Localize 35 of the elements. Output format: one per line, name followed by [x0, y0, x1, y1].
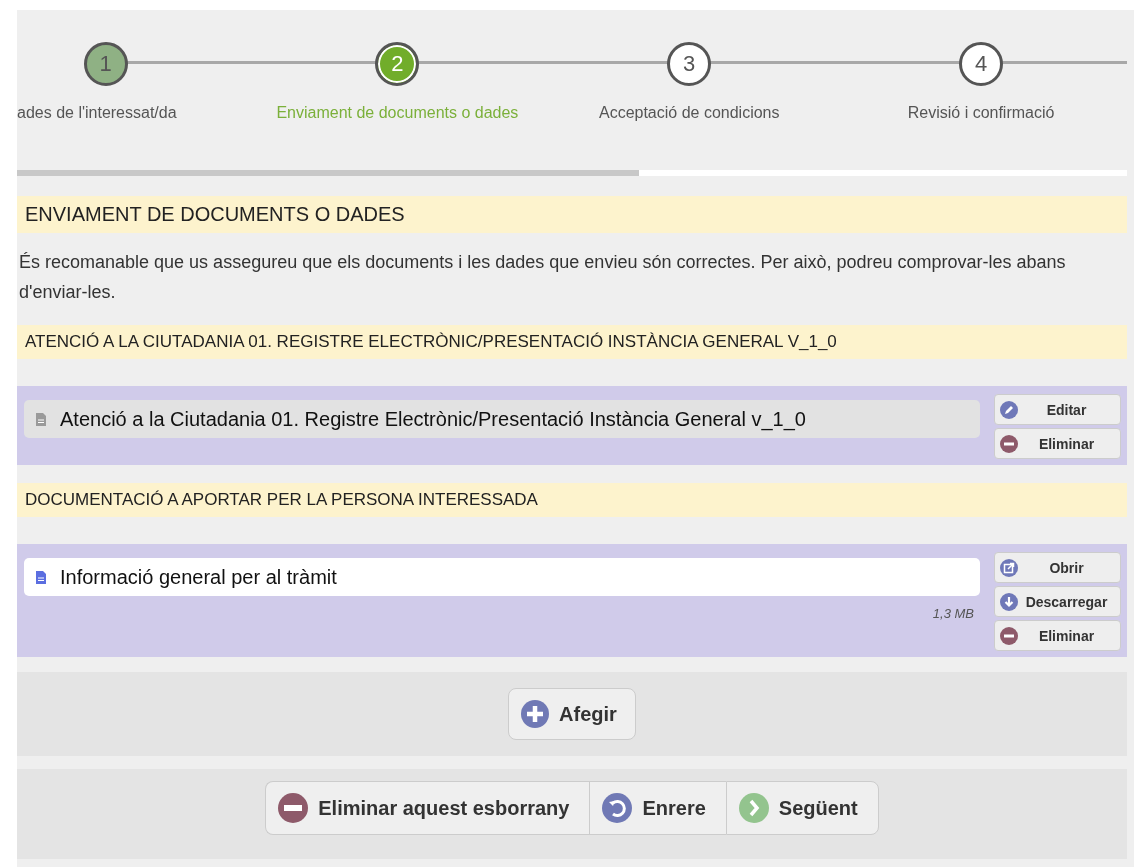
- file-icon: [36, 570, 46, 584]
- intro-text: És recomanable que us assegureu que els documents i les dades que envieu són correctes. Per això, podreu comprovar-les abans d'enviar-les.: [18, 251, 1067, 304]
- footer-button[interactable]: Següent: [725, 781, 879, 835]
- download-icon: [1000, 592, 1018, 611]
- step-label: Revisió i confirmació: [907, 104, 1055, 122]
- section-heading: DOCUMENTACIÓ A APORTAR PER LA PERSONA INTERESSADA: [17, 483, 1127, 517]
- footer-button[interactable]: Eliminar aquest esborrany: [265, 781, 590, 835]
- step-circle: 4: [959, 42, 1004, 86]
- plus-circle-icon: [521, 700, 550, 728]
- section-heading: ATENCIÓ A LA CIUTADANIA 01. REGISTRE ELECTRÒNIC/PRESENTACIÓ INSTÀNCIA GENERAL V_1_0: [17, 325, 1127, 359]
- chevron-right-icon: [738, 793, 769, 823]
- action-button[interactable]: Eliminar: [994, 428, 1121, 459]
- step-label: Enviament de documents o dades: [276, 104, 519, 122]
- action-button[interactable]: Eliminar: [994, 620, 1121, 651]
- add-button[interactable]: Afegir: [508, 688, 636, 740]
- pencil-icon: [1000, 400, 1018, 419]
- action-button[interactable]: Editar: [994, 394, 1121, 425]
- step-label: Acceptació de condicions: [598, 104, 780, 122]
- undo-icon: [602, 793, 633, 823]
- step-label: ades de l'interessat/da: [17, 104, 177, 122]
- minus-circle-icon: [1000, 434, 1018, 453]
- footer-button[interactable]: Enrere: [589, 781, 726, 835]
- step-circle: 2: [375, 42, 420, 86]
- minus-circle-icon: [1000, 626, 1018, 645]
- document-row[interactable]: Informació general per al tràmit: [24, 558, 980, 596]
- document-icon: [36, 412, 46, 426]
- step-circle: 3: [667, 42, 712, 86]
- minus-circle-icon: [278, 793, 309, 823]
- action-button[interactable]: Descarregar: [994, 586, 1121, 617]
- file-size: 1,3 MB: [932, 606, 974, 621]
- action-button[interactable]: Obrir: [994, 552, 1121, 583]
- section-heading: ENVIAMENT DE DOCUMENTS O DADES: [17, 196, 1127, 233]
- step-circle: 1: [83, 42, 128, 86]
- open-icon: [1000, 558, 1018, 577]
- document-row[interactable]: Atenció a la Ciutadania 01. Registre Electrònic/Presentació Instància General v_1_0: [24, 400, 980, 438]
